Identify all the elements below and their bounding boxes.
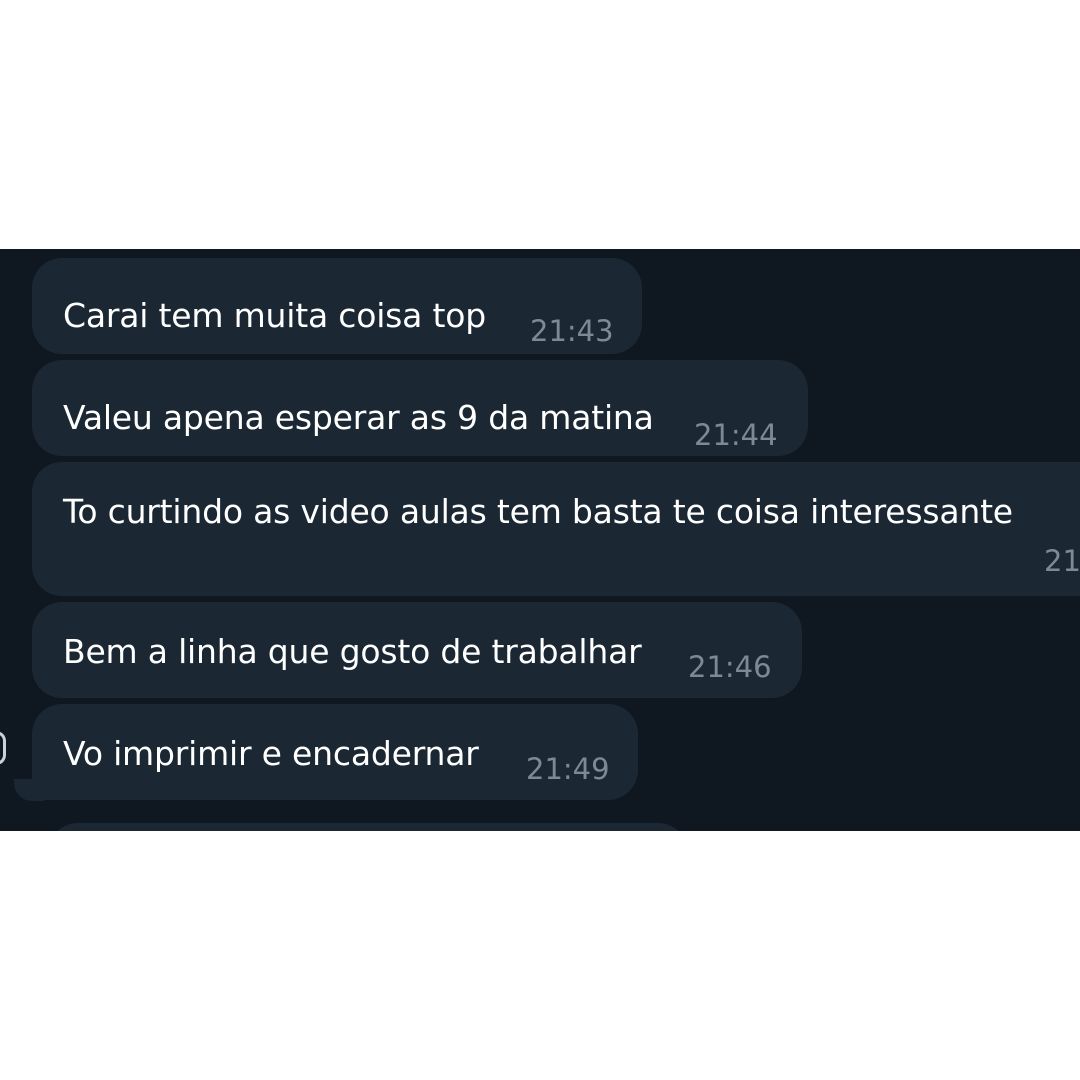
message-text: Bem a linha que gosto de trabalhar bbox=[63, 632, 642, 671]
message-text: Vo imprimir e encadernar bbox=[63, 734, 479, 773]
message-bubble[interactable]: Vo imprimir e encadernar 21:49 bbox=[32, 704, 638, 800]
message-timestamp: 21:49 bbox=[526, 752, 610, 786]
message-bubble[interactable]: Bem a linha que gosto de trabalhar 21:46 bbox=[32, 602, 802, 698]
message-bubble-partial[interactable] bbox=[48, 823, 688, 831]
message-bubble[interactable]: To curtindo as video aulas tem basta te … bbox=[32, 462, 1080, 596]
chat-message-list[interactable]: Carai tem muita coisa top 21:43 Valeu ap… bbox=[0, 249, 1080, 831]
message-timestamp: 21:44 bbox=[694, 418, 778, 452]
message-text: Valeu apena esperar as 9 da matina bbox=[63, 398, 654, 437]
message-text: Carai tem muita coisa top bbox=[63, 296, 486, 335]
avatar-icon[interactable] bbox=[0, 731, 6, 765]
message-bubble[interactable]: Carai tem muita coisa top 21:43 bbox=[32, 258, 642, 354]
message-timestamp: 21 bbox=[1044, 544, 1080, 578]
message-timestamp: 21:46 bbox=[688, 650, 772, 684]
message-timestamp: 21:43 bbox=[530, 314, 614, 348]
message-bubble[interactable]: Valeu apena esperar as 9 da matina 21:44 bbox=[32, 360, 808, 456]
message-text: To curtindo as video aulas tem basta te … bbox=[63, 492, 1013, 531]
